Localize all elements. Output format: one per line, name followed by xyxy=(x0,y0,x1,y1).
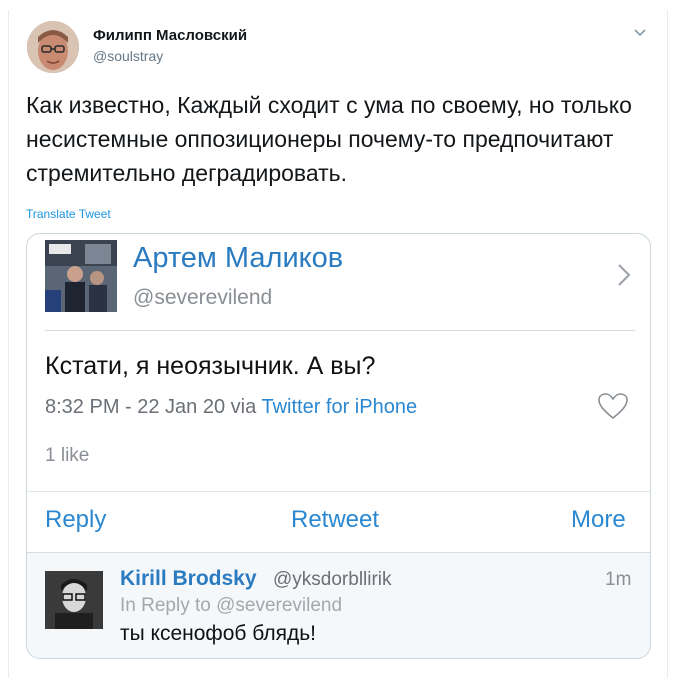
more-action: More xyxy=(571,506,626,533)
via-app: Twitter for iPhone xyxy=(261,396,418,418)
embedded-author-avatar xyxy=(45,240,117,312)
reply-time: 1m xyxy=(605,569,632,590)
heart-icon xyxy=(597,392,629,420)
chevron-down-icon[interactable] xyxy=(632,26,648,38)
divider xyxy=(45,330,635,331)
reply-author-name: Kirill Brodsky xyxy=(120,567,257,590)
embedded-author-name: Артем Маликов xyxy=(133,242,344,274)
author-handle[interactable]: @soulstray xyxy=(93,48,163,64)
reply-text: ты ксенофоб блядь! xyxy=(120,622,316,645)
author-name[interactable]: Филипп Масловский xyxy=(93,27,247,44)
embedded-tweet-text: Кстати, я неоязычник. А вы? xyxy=(45,352,376,380)
embedded-timestamp-line: 8:32 PM - 22 Jan 20 via Twitter for iPho… xyxy=(45,396,417,419)
reply-preview: Kirill Brodsky @yksdorbllirik 1m In Repl… xyxy=(27,552,650,658)
reply-author-avatar xyxy=(45,571,103,629)
embedded-author-handle: @severevilend xyxy=(133,286,273,309)
via-prefix: via xyxy=(230,396,257,418)
like-count: 1 like xyxy=(45,445,90,466)
divider xyxy=(27,491,650,492)
chevron-right-icon xyxy=(617,263,631,287)
translate-tweet-link[interactable]: Translate Tweet xyxy=(26,207,111,221)
author-avatar[interactable] xyxy=(27,21,79,73)
embedded-tweet-screenshot: Артем Маликов @severevilend Кстати, я не… xyxy=(26,233,651,659)
reply-action: Reply xyxy=(45,506,107,533)
embedded-timestamp: 8:32 PM - 22 Jan 20 xyxy=(45,396,226,418)
retweet-action: Retweet xyxy=(291,506,380,533)
tweet-text: Как известно, Каждый сходит с ума по сво… xyxy=(26,92,632,186)
reply-author-handle: @yksdorbllirik xyxy=(273,569,392,590)
in-reply-to: In Reply to @severevilend xyxy=(120,595,343,616)
